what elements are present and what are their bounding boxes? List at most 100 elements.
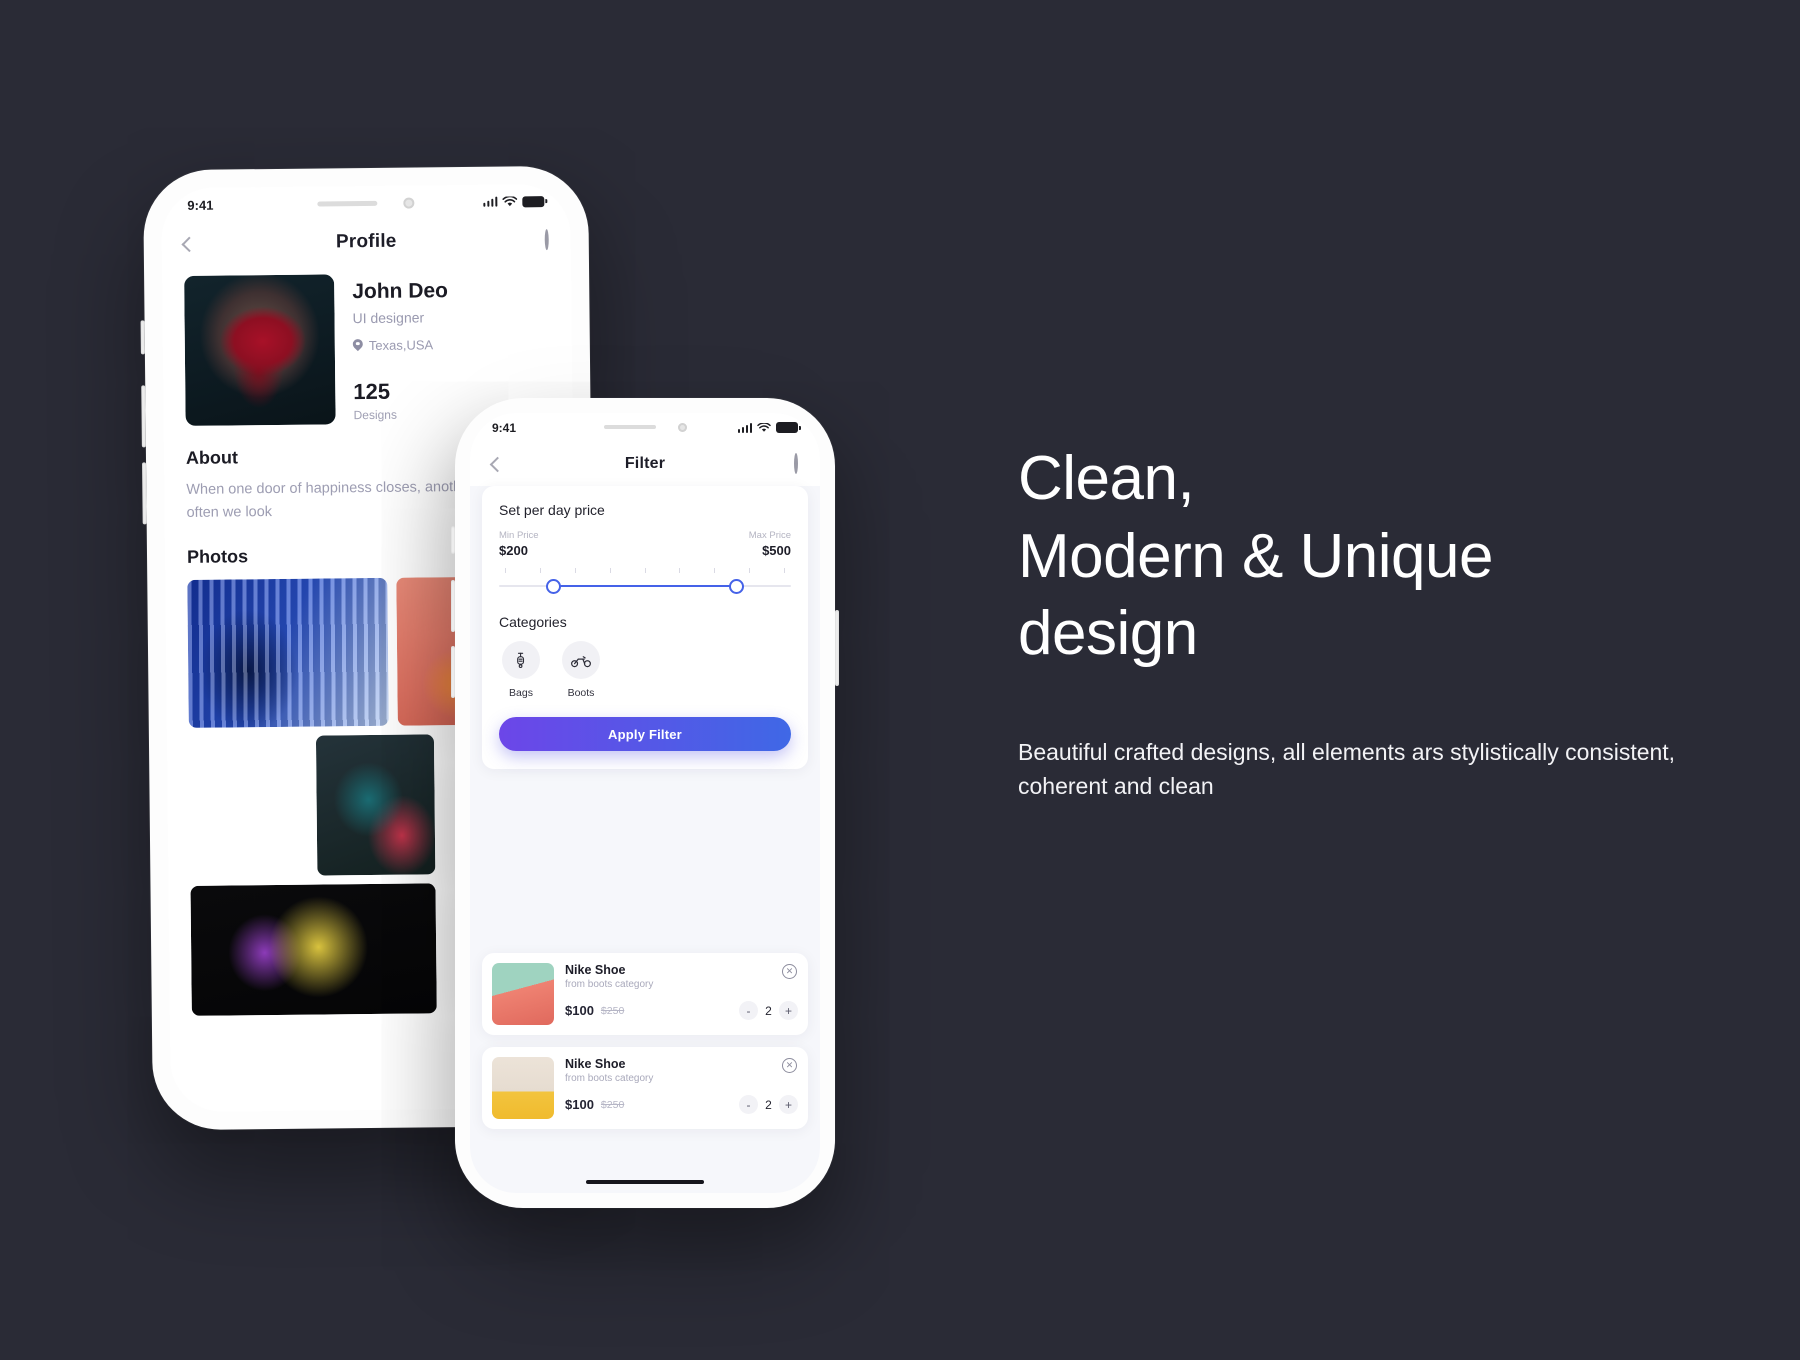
product-old-price: $250 xyxy=(600,1004,625,1017)
phone1-notch xyxy=(274,185,458,221)
product-thumbnail xyxy=(492,963,554,1025)
max-price-label: Max Price xyxy=(748,530,791,541)
product-subtitle: from boots category xyxy=(565,1073,654,1084)
status-indicators xyxy=(737,422,801,433)
max-price-value: $500 xyxy=(762,543,791,558)
phone1-nav-bar: Profile xyxy=(162,218,571,266)
wifi-icon xyxy=(502,195,518,206)
profile-location: Texas,USA xyxy=(353,337,449,353)
signal-bars-icon xyxy=(482,196,498,207)
front-camera-icon xyxy=(677,422,687,432)
price-heading: Set per day price xyxy=(499,502,605,518)
max-price-group: Max Price $500 xyxy=(749,530,791,558)
product-list: Nike Shoe from boots category $100 $250 … xyxy=(482,953,808,1141)
designs-stat: 125 Designs xyxy=(353,378,449,422)
phone2-screen-area: 9:41 Filter Set per day price Min Price … xyxy=(470,413,820,1193)
search-icon[interactable] xyxy=(544,228,560,251)
motorcycle-icon xyxy=(562,641,600,679)
product-details: Nike Shoe from boots category $100 $250 … xyxy=(565,1057,798,1119)
scooter-icon xyxy=(502,641,540,679)
price-range-slider[interactable] xyxy=(499,568,791,598)
silent-switch[interactable] xyxy=(451,526,455,554)
product-old-price: $250 xyxy=(600,1098,625,1111)
page-title: Filter xyxy=(624,455,666,472)
search-icon[interactable] xyxy=(794,453,798,474)
min-price-group: Min Price $200 xyxy=(499,530,539,558)
profile-name: John Deo xyxy=(352,279,449,304)
profile-location-label: Texas,USA xyxy=(368,337,434,354)
earpiece-speaker xyxy=(317,200,378,207)
category-label: Boots xyxy=(567,687,595,699)
page-title: Profile xyxy=(335,230,397,253)
product-title: Nike Shoe xyxy=(565,963,626,977)
product-subtitle: from boots category xyxy=(565,979,654,990)
filter-screen: 9:41 Filter Set per day price Min Price … xyxy=(470,413,820,1193)
decrease-quantity-button[interactable]: - xyxy=(739,1001,758,1020)
battery-icon xyxy=(522,195,545,207)
status-indicators xyxy=(482,195,545,208)
product-details: Nike Shoe from boots category $100 $250 … xyxy=(565,963,798,1025)
product-price: $100 xyxy=(565,1097,594,1112)
product-thumbnail xyxy=(492,1057,554,1119)
product-price: $100 xyxy=(565,1003,594,1018)
volume-up-button[interactable] xyxy=(141,385,146,448)
categories-list: Bags Boots xyxy=(499,641,791,699)
price-range-labels: Min Price $200 Max Price $500 xyxy=(499,530,791,558)
power-button[interactable] xyxy=(835,610,839,686)
volume-up-button[interactable] xyxy=(451,580,455,632)
product-card[interactable]: Nike Shoe from boots category $100 $250 … xyxy=(482,953,808,1035)
designs-label: Designs xyxy=(353,407,397,423)
filter-card: Set per day price Min Price $200 Max Pri… xyxy=(482,486,808,769)
marketing-copy: Clean, Modern & Unique design Beautiful … xyxy=(1018,440,1698,804)
phone2-notch xyxy=(569,413,721,441)
headline-line-1: Clean, xyxy=(1018,444,1195,513)
earpiece-speaker xyxy=(603,425,656,429)
photo-thumbnail[interactable] xyxy=(187,578,389,729)
marketing-subtext: Beautiful crafted designs, all elements … xyxy=(1018,738,1676,800)
volume-down-button[interactable] xyxy=(142,462,147,525)
increase-quantity-button[interactable]: + xyxy=(779,1001,798,1020)
quantity-value: 2 xyxy=(765,1003,772,1018)
headline: Clean, Modern & Unique design xyxy=(1018,440,1698,673)
slider-fill xyxy=(560,585,730,587)
quantity-stepper: - 2 + xyxy=(739,1001,798,1020)
min-price-value: $200 xyxy=(499,543,528,558)
location-pin-icon xyxy=(353,339,363,353)
photo-thumbnail[interactable] xyxy=(190,883,437,1017)
headline-line-3: design xyxy=(1018,599,1198,668)
phone-mockup-filter: 9:41 Filter Set per day price Min Price … xyxy=(451,398,839,1208)
categories-heading: Categories xyxy=(499,614,567,630)
slider-ticks xyxy=(499,568,791,573)
close-circle-icon[interactable]: ✕ xyxy=(782,964,797,979)
close-circle-icon[interactable]: ✕ xyxy=(782,1058,797,1073)
signal-bars-icon xyxy=(737,422,752,433)
min-price-label: Min Price xyxy=(499,530,539,541)
product-card[interactable]: Nike Shoe from boots category $100 $250 … xyxy=(482,1047,808,1129)
photo-thumbnail[interactable] xyxy=(189,736,308,877)
silent-switch[interactable] xyxy=(140,320,145,355)
phone2-nav-bar: Filter xyxy=(470,442,820,486)
category-item-boots[interactable]: Boots xyxy=(559,641,603,699)
photo-thumbnail[interactable] xyxy=(315,734,436,876)
quantity-stepper: - 2 + xyxy=(739,1095,798,1114)
slider-handle-max[interactable] xyxy=(729,579,745,594)
headline-line-2: Modern & Unique xyxy=(1018,521,1494,591)
battery-icon xyxy=(776,422,801,433)
front-camera-icon xyxy=(403,197,415,209)
slider-handle-min[interactable] xyxy=(545,579,561,594)
product-title: Nike Shoe xyxy=(565,1057,626,1071)
product-price-row: $100 $250 - 2 + xyxy=(565,1001,798,1020)
decrease-quantity-button[interactable]: - xyxy=(739,1095,758,1114)
product-price-row: $100 $250 - 2 + xyxy=(565,1095,798,1114)
home-indicator[interactable] xyxy=(586,1180,704,1184)
volume-down-button[interactable] xyxy=(451,646,455,698)
quantity-value: 2 xyxy=(765,1097,772,1112)
increase-quantity-button[interactable]: + xyxy=(779,1095,798,1114)
designs-count: 125 xyxy=(353,378,391,405)
category-item-bags[interactable]: Bags xyxy=(499,641,543,699)
profile-role: UI designer xyxy=(352,309,425,327)
apply-filter-button[interactable]: Apply Filter xyxy=(499,717,791,751)
wifi-icon xyxy=(757,422,771,432)
status-time: 9:41 xyxy=(187,197,214,213)
status-time: 9:41 xyxy=(492,420,517,435)
